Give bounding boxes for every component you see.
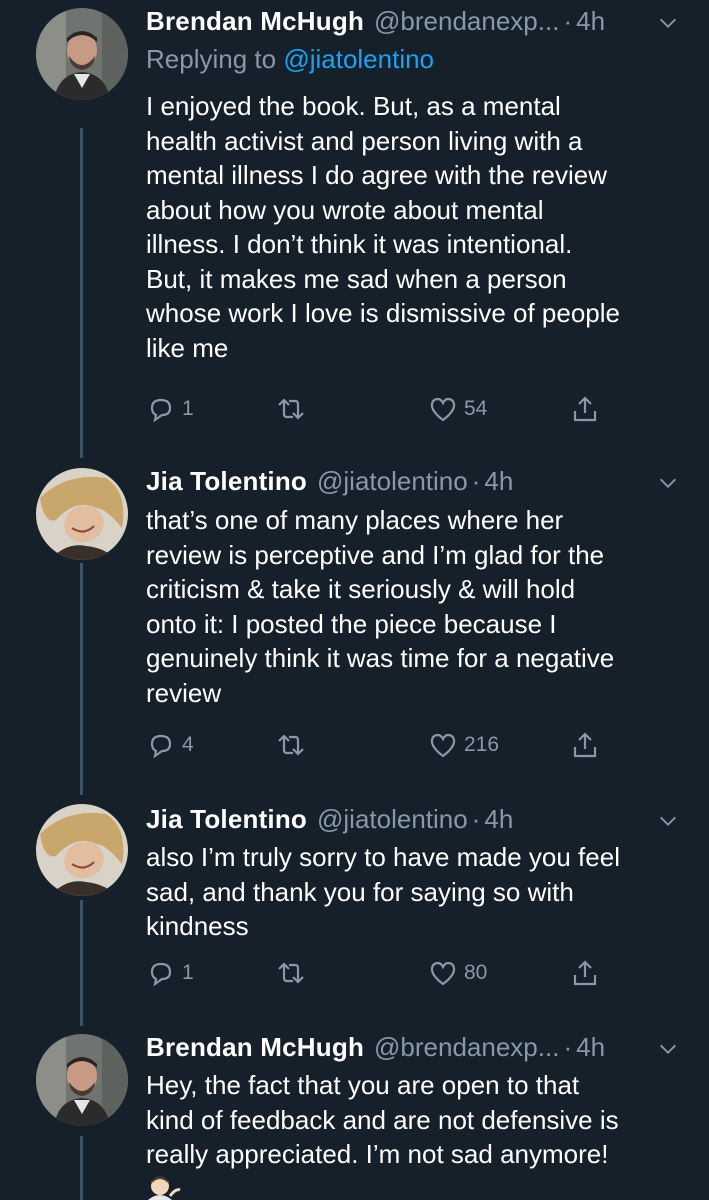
tweet[interactable]: Jia Tolentino @jiatolentino · 4h that’s …: [0, 460, 709, 800]
retweet-button[interactable]: [276, 394, 306, 424]
avatar[interactable]: [36, 1034, 128, 1126]
separator-dot: ·: [471, 466, 481, 496]
share-button[interactable]: [570, 958, 600, 988]
avatar[interactable]: [36, 8, 128, 100]
tweet[interactable]: Jia Tolentino @jiatolentino · 4h also I’…: [0, 800, 709, 1028]
tweet-text: I enjoyed the book. But, as a mental hea…: [146, 91, 620, 363]
retweet-icon: [278, 734, 304, 756]
replying-to: Replying to @jiatolentino: [146, 44, 434, 75]
separator-dot: ·: [563, 6, 573, 36]
chevron-down-icon[interactable]: [657, 12, 679, 34]
reply-button[interactable]: 1: [146, 958, 194, 988]
mention-link[interactable]: @jiatolentino: [283, 44, 434, 74]
like-count: 80: [464, 961, 488, 984]
tweet-text: that’s one of many places where her revi…: [146, 505, 615, 708]
retweet-icon: [278, 962, 304, 984]
tweet-actions: 1 54: [146, 394, 606, 428]
display-name[interactable]: Jia Tolentino: [146, 804, 307, 835]
avatar-image-jia: [36, 468, 128, 560]
avatar-image-brendan: [36, 1034, 128, 1126]
avatar-image-brendan: [36, 8, 128, 100]
chevron-down-icon[interactable]: [657, 810, 679, 832]
tweet-header: Brendan McHugh @brendanexp... · 4h: [146, 1032, 679, 1072]
tweet-header: Brendan McHugh @brendanexp... · 4h: [146, 6, 679, 46]
person-tipping-hand-icon: [148, 1176, 181, 1200]
avatar[interactable]: [36, 804, 128, 896]
like-button[interactable]: 54: [428, 394, 487, 424]
like-icon: [430, 961, 456, 986]
like-count: 216: [464, 733, 500, 756]
retweet-button[interactable]: [276, 958, 306, 988]
like-icon: [430, 397, 456, 422]
reply-count: 1: [182, 397, 194, 420]
reply-button[interactable]: 4: [146, 730, 194, 760]
like-count: 54: [464, 397, 488, 420]
tweet-actions: 4 216: [146, 730, 606, 764]
share-button[interactable]: [570, 394, 600, 424]
reply-count: 1: [182, 961, 194, 984]
retweet-icon: [278, 398, 304, 420]
timestamp[interactable]: 4h: [484, 804, 513, 835]
reply-count: 4: [182, 733, 194, 756]
tweet-text: also I’m truly sorry to have made you fe…: [146, 842, 620, 941]
tweet-header: Jia Tolentino @jiatolentino · 4h: [146, 804, 679, 844]
tweet[interactable]: Brendan McHugh @brendanexp... · 4h Reply…: [0, 0, 709, 460]
chevron-down-icon[interactable]: [657, 1038, 679, 1060]
timestamp[interactable]: 4h: [576, 6, 605, 37]
share-icon: [573, 396, 597, 422]
timestamp[interactable]: 4h: [484, 466, 513, 497]
separator-dot: ·: [471, 804, 481, 834]
share-button[interactable]: [570, 730, 600, 760]
tweet-actions: 1 80: [146, 958, 606, 992]
user-handle[interactable]: @jiatolentino: [317, 466, 468, 497]
tweet-text: Hey, the fact that you are open to that …: [146, 1070, 619, 1169]
reply-icon: [150, 962, 172, 987]
avatar-image-jia: [36, 804, 128, 896]
share-icon: [573, 960, 597, 986]
user-handle[interactable]: @brendanexp...: [374, 6, 559, 37]
like-icon: [430, 733, 456, 758]
chevron-down-icon[interactable]: [657, 472, 679, 494]
reply-button[interactable]: 1: [146, 394, 194, 424]
reply-icon: [150, 398, 172, 423]
like-button[interactable]: 216: [428, 730, 499, 760]
retweet-button[interactable]: [276, 730, 306, 760]
reply-icon: [150, 734, 172, 759]
replying-to-label: Replying to: [146, 44, 277, 74]
display-name[interactable]: Brendan McHugh: [146, 1032, 364, 1063]
separator-dot: ·: [563, 1032, 573, 1062]
display-name[interactable]: Brendan McHugh: [146, 6, 364, 37]
display-name[interactable]: Jia Tolentino: [146, 466, 307, 497]
timestamp[interactable]: 4h: [576, 1032, 605, 1063]
avatar[interactable]: [36, 468, 128, 560]
user-handle[interactable]: @brendanexp...: [374, 1032, 559, 1063]
like-button[interactable]: 80: [428, 958, 487, 988]
tweet-header: Jia Tolentino @jiatolentino · 4h: [146, 466, 679, 506]
user-handle[interactable]: @jiatolentino: [317, 804, 468, 835]
share-icon: [573, 732, 597, 758]
tweet[interactable]: Brendan McHugh @brendanexp... · 4h Hey, …: [0, 1028, 709, 1200]
